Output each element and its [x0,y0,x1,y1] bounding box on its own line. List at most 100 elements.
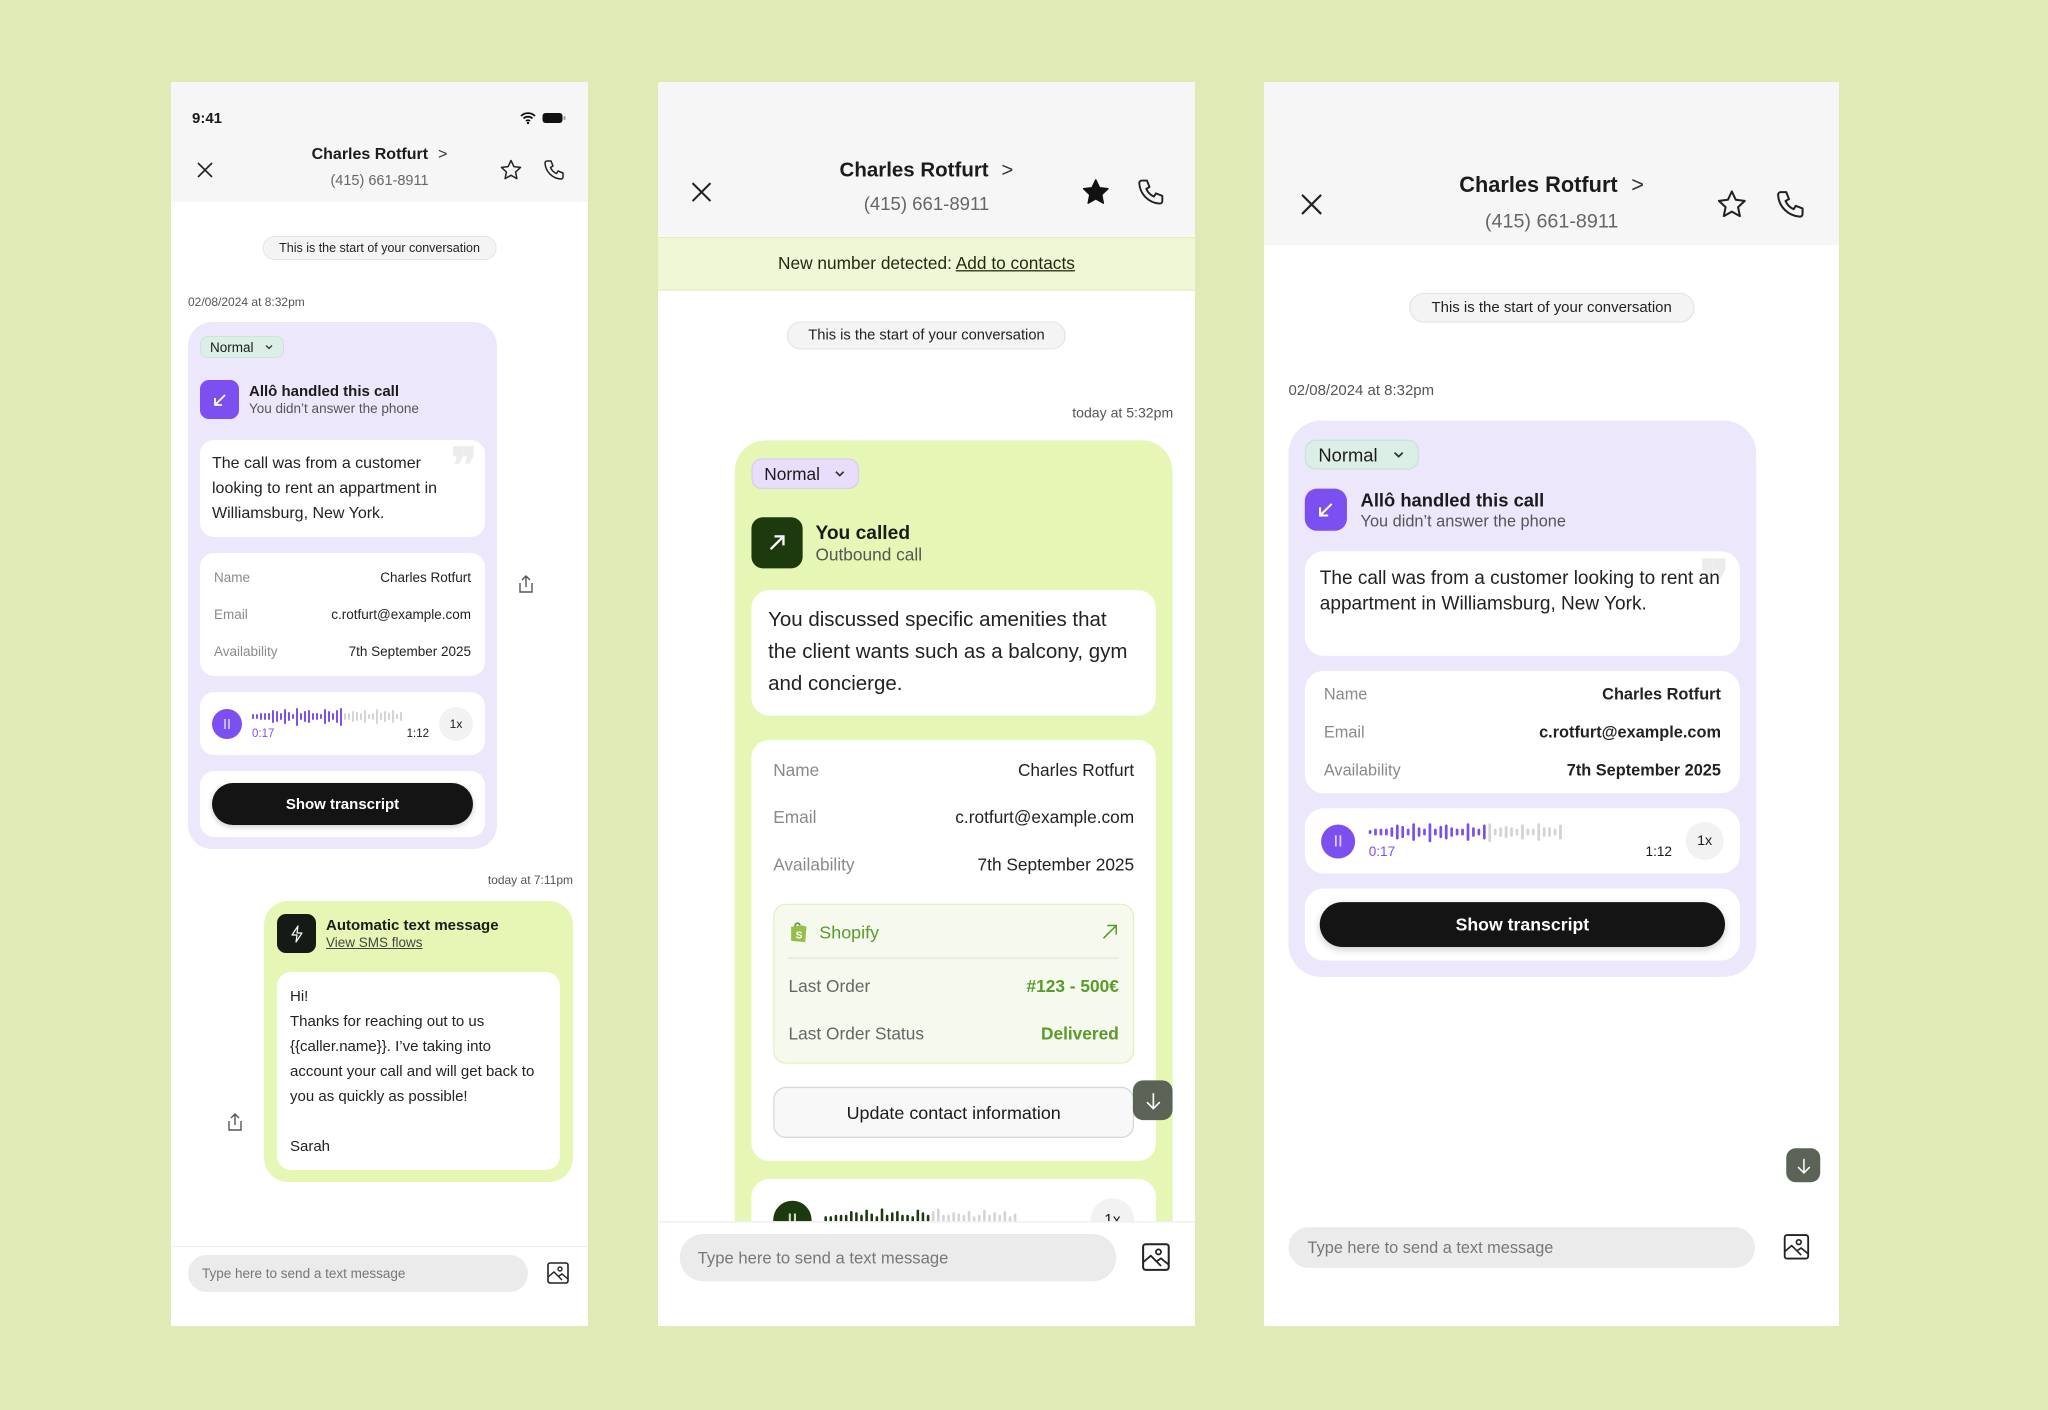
detail-row-email: Email c.rotfurt@example.com [214,596,471,633]
waveform-bar [1477,828,1481,836]
waveform-bar [280,713,282,720]
phone-icon[interactable] [1774,188,1807,221]
phone-screen-1: 9:41 Charles Rotfurt > (415) 661-8911 Thi… [171,82,588,1326]
status-time: 9:41 [192,110,223,127]
priority-value: Normal [1318,444,1378,465]
waveform-bar [1374,829,1377,836]
waveform-bar [288,712,290,721]
conversation-header: Charles Rotfurt > (415) 661-8911 [1264,82,1839,246]
show-transcript-button[interactable]: Show transcript [1319,902,1726,947]
contact-phone: (415) 661-8911 [863,194,990,216]
waveform-bar [332,713,334,720]
show-transcript-button[interactable]: Show transcript [212,783,473,825]
contact-name[interactable]: Charles Rotfurt > [171,146,588,164]
detail-value: Charles Rotfurt [380,570,471,585]
image-attach-icon[interactable] [1142,1243,1170,1271]
waveform-bar [1521,824,1524,840]
waveform-bar [256,713,258,720]
chevron-down-icon [265,345,272,350]
waveform-bar [1526,829,1530,836]
duration: 1:12 [1645,844,1672,860]
battery-icon [542,113,566,123]
wifi-icon [520,112,536,124]
contact-name[interactable]: Charles Rotfurt > [658,160,1195,183]
image-attach-icon[interactable] [547,1262,569,1284]
sms-body: Hi! Thanks for reaching out to us {{call… [277,972,560,1170]
update-contact-button[interactable]: Update contact information [773,1086,1135,1138]
image-attach-icon[interactable] [1783,1234,1810,1260]
message-input[interactable] [679,1234,1117,1282]
detail-row-email: Email c.rotfurt@example.com [773,794,1134,841]
composer-bar [658,1221,1195,1326]
pause-button[interactable] [1321,823,1356,858]
waveform-bar [316,713,318,720]
waveform-bar [252,714,254,719]
waveform-bar [260,713,262,720]
star-filled-icon[interactable] [1080,177,1111,208]
waveform-bar [1385,828,1388,836]
waveform-bar [1434,828,1437,836]
call-card: Normal Allô handled this call You didn’t … [188,322,497,849]
priority-value: Normal [210,339,254,355]
scroll-down-button[interactable] [1786,1148,1821,1183]
detail-label: Email [1323,722,1365,742]
chevron-down-icon [834,471,844,477]
message-input[interactable] [188,1255,528,1292]
playback-speed-button[interactable]: 1x [1685,821,1724,860]
star-outline-icon[interactable] [1716,188,1749,221]
message-input[interactable] [1288,1227,1755,1268]
pause-icon [224,718,230,729]
waveform-bar [276,710,278,723]
waveform-bar [340,707,342,726]
summary-text: The call was from a customer looking to … [212,455,438,522]
waveform-bar [368,713,370,720]
outbound-arrow-icon [751,517,803,569]
shopify-label: Last Order [788,976,871,996]
waveform-scrubber[interactable] [252,707,429,726]
call-card: Normal You called Outbound call You discu… [734,440,1173,1326]
detail-row-availability: Availability 7th September 2025 [1324,751,1721,789]
view-sms-flows-link[interactable]: View SMS flows [326,935,499,950]
elapsed-time: 0:17 [1368,844,1396,860]
detail-row-name: Name Charles Rotfurt [214,559,471,596]
waveform-bar [264,713,266,720]
pause-button[interactable] [212,708,242,739]
sms-title: Automatic text message [326,917,499,934]
svg-text:S: S [796,930,803,941]
shopify-label: Last Order Status [788,1024,924,1044]
share-icon[interactable] [517,574,535,594]
add-to-contacts-link[interactable]: Add to contacts [956,254,1075,273]
call-summary: ❞ The call was from a customer looking to… [200,440,485,537]
waveform-bar [356,712,358,721]
phone-icon[interactable] [1135,177,1166,208]
detail-value: c.rotfurt@example.com [955,807,1135,827]
waveform-bar [308,709,310,724]
share-icon[interactable] [226,1112,244,1132]
priority-dropdown[interactable]: Normal [200,336,284,358]
waveform-bar [312,712,314,721]
inbound-arrow-icon [200,380,239,419]
external-link-icon[interactable] [1101,922,1119,940]
waveform-bar [1450,827,1454,837]
arrow-down-icon [1145,1092,1160,1110]
status-icons [520,112,566,124]
waveform-scrubber[interactable] [1368,822,1672,842]
playback-speed-button[interactable]: 1x [439,706,473,741]
call-title: Allô handled this call [1360,489,1545,510]
shopify-icon: S [791,921,807,942]
waveform-bar [1488,822,1492,842]
waveform-bar [1515,828,1519,836]
waveform-bar [384,711,386,722]
contact-name[interactable]: Charles Rotfurt > [1264,174,1839,198]
chevron-down-icon [1393,451,1403,458]
scroll-down-button[interactable] [1132,1080,1173,1121]
waveform-bar [1559,824,1562,840]
star-outline-icon[interactable] [499,158,523,182]
priority-dropdown[interactable]: Normal [751,458,859,490]
chevron-right-icon: > [438,146,448,163]
waveform-bar [284,708,286,725]
conversation-start-pill: This is the start of your conversation [786,321,1067,350]
shopify-row-status: Last Order Status Delivered [789,1010,1119,1057]
phone-icon[interactable] [542,158,566,182]
priority-dropdown[interactable]: Normal [1304,439,1419,470]
